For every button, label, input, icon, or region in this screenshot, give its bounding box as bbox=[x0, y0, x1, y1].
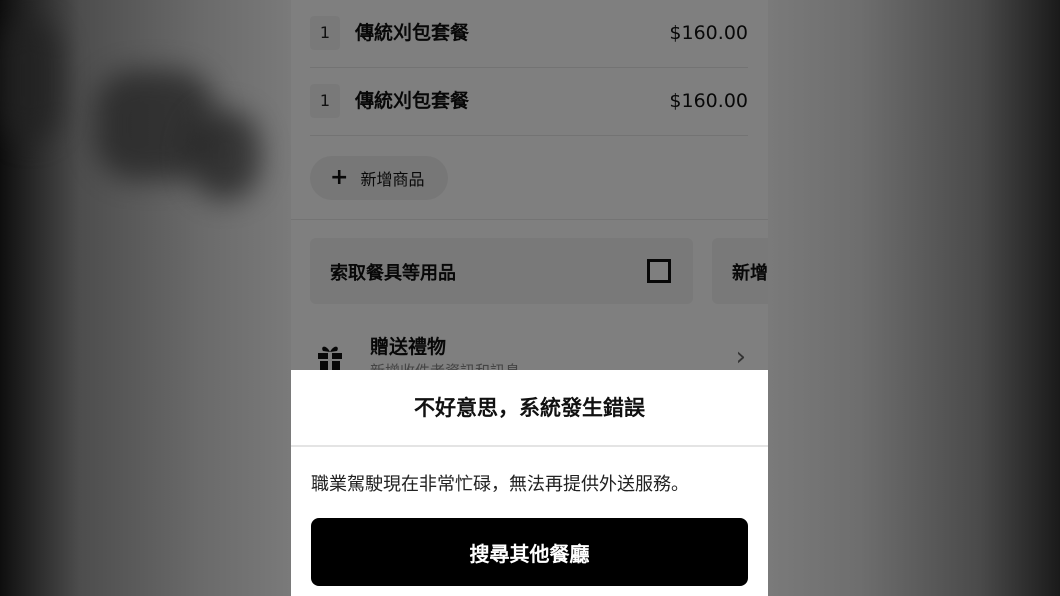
background-blur-shape bbox=[0, 20, 60, 140]
dialog-message: 職業駕駛現在非常忙碌，無法再提供外送服務。 bbox=[311, 474, 689, 495]
search-other-restaurants-button[interactable]: 搜尋其他餐廳 bbox=[311, 518, 748, 586]
checkout-screen: 1 傳統刈包套餐 $160.00 1 傳統刈包套餐 $160.00 + 新增商品… bbox=[291, 0, 768, 596]
error-dialog: 不好意思，系統發生錯誤 職業駕駛現在非常忙碌，無法再提供外送服務。 搜尋其他餐廳 bbox=[291, 370, 768, 596]
dialog-title: 不好意思，系統發生錯誤 bbox=[291, 370, 768, 447]
background-blur-shape bbox=[190, 110, 260, 200]
